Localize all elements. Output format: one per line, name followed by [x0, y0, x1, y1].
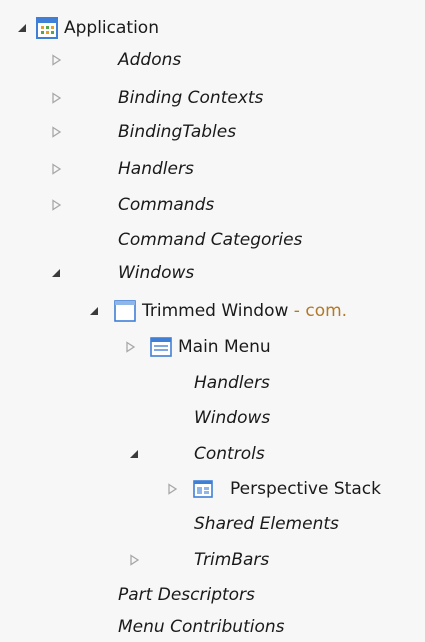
- tree-node-label: Perspective Stack: [230, 479, 381, 499]
- triangle-collapsed-icon[interactable]: [50, 92, 62, 104]
- tree-node-label: Windows: [194, 408, 271, 428]
- tree-node-label: Trimmed Window - com.: [142, 301, 347, 321]
- tree-node-label: Commands: [118, 195, 215, 215]
- triangle-collapsed-icon[interactable]: [124, 341, 136, 353]
- triangle-collapsed-icon[interactable]: [166, 483, 178, 495]
- tree-node-label: Addons: [118, 50, 182, 70]
- tree-node-trimmed-window[interactable]: Trimmed Window - com.: [0, 296, 425, 326]
- tree-node-main-menu[interactable]: Main Menu: [0, 332, 425, 362]
- tree-node-addons[interactable]: Addons: [0, 45, 425, 75]
- tree-node-command-categories[interactable]: Command Categories: [0, 225, 425, 255]
- tree-node-label: Application: [64, 18, 159, 38]
- triangle-collapsed-icon[interactable]: [50, 163, 62, 175]
- tree-node-window-windows[interactable]: Windows: [0, 403, 425, 433]
- trimmed-window-label: Trimmed Window: [142, 301, 289, 321]
- tree-node-label: TrimBars: [194, 550, 270, 570]
- model-tree: Application Addons Binding Contexts Bind…: [0, 0, 425, 642]
- tree-node-label: Controls: [194, 444, 265, 464]
- tree-node-shared-elements[interactable]: Shared Elements: [0, 509, 425, 539]
- tree-node-label: BindingTables: [118, 122, 237, 142]
- triangle-collapsed-icon[interactable]: [50, 199, 62, 211]
- tree-node-label: Windows: [118, 263, 195, 283]
- tree-node-part-descriptors[interactable]: Part Descriptors: [0, 580, 425, 610]
- tree-node-handlers[interactable]: Handlers: [0, 154, 425, 184]
- tree-node-label: Handlers: [118, 159, 194, 179]
- trimmed-window-id-suffix: - com.: [288, 301, 348, 321]
- tree-node-window-handlers[interactable]: Handlers: [0, 368, 425, 398]
- tree-node-label: Menu Contributions: [118, 617, 285, 637]
- application-grid-icon: [36, 17, 58, 39]
- tree-node-application[interactable]: Application: [0, 13, 425, 43]
- tree-node-commands[interactable]: Commands: [0, 190, 425, 220]
- tree-node-binding-contexts[interactable]: Binding Contexts: [0, 83, 425, 113]
- menu-icon: [150, 336, 172, 358]
- triangle-expanded-icon[interactable]: [88, 305, 100, 317]
- tree-node-controls[interactable]: Controls: [0, 439, 425, 469]
- window-icon: [114, 300, 136, 322]
- tree-node-trimbars[interactable]: TrimBars: [0, 545, 425, 575]
- triangle-collapsed-icon[interactable]: [128, 554, 140, 566]
- tree-node-menu-contributions[interactable]: Menu Contributions: [0, 612, 425, 642]
- tree-node-label: Command Categories: [118, 230, 303, 250]
- triangle-expanded-icon[interactable]: [16, 22, 28, 34]
- perspective-stack-icon: [192, 478, 214, 500]
- tree-node-windows[interactable]: Windows: [0, 258, 425, 288]
- tree-node-perspective-stack[interactable]: Perspective Stack: [0, 474, 425, 504]
- tree-node-label: Part Descriptors: [118, 585, 255, 605]
- triangle-collapsed-icon[interactable]: [50, 126, 62, 138]
- triangle-collapsed-icon[interactable]: [50, 54, 62, 66]
- tree-node-binding-tables[interactable]: BindingTables: [0, 117, 425, 147]
- triangle-expanded-icon[interactable]: [128, 448, 140, 460]
- triangle-expanded-icon[interactable]: [50, 267, 62, 279]
- tree-node-label: Shared Elements: [194, 514, 339, 534]
- tree-node-label: Main Menu: [178, 337, 271, 357]
- tree-node-label: Handlers: [194, 373, 270, 393]
- tree-node-label: Binding Contexts: [118, 88, 264, 108]
